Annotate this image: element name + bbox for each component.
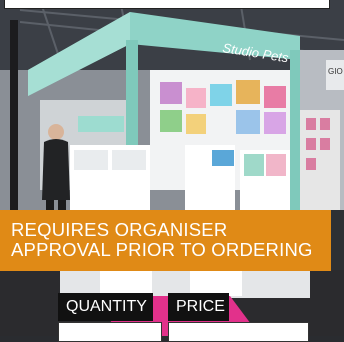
organiser-approval-notice: REQUIRES ORGANISER APPROVAL PRIOR TO ORD…	[0, 210, 331, 271]
exhibition-booth-photo: GIO Studio Pets	[0, 0, 344, 336]
price-input[interactable]	[168, 322, 309, 342]
side-sign: GIO	[328, 67, 343, 76]
quantity-label: QUANTITY	[58, 293, 153, 321]
notice-line-2: APPROVAL PRIOR TO ORDERING	[11, 239, 313, 260]
notice-line-1: REQUIRES ORGANISER	[11, 219, 228, 240]
quantity-input[interactable]	[58, 322, 162, 342]
price-label: PRICE	[168, 293, 229, 321]
top-input-field[interactable]	[4, 0, 330, 9]
